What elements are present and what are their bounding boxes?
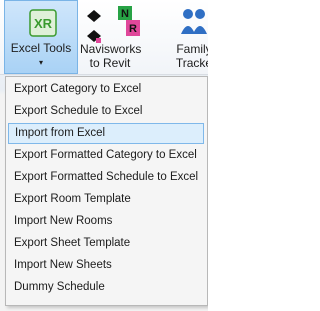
menu-item-export-formatted-schedule-to-excel[interactable]: Export Formatted Schedule to Excel [8,167,204,188]
menu-item-export-schedule-to-excel[interactable]: Export Schedule to Excel [8,101,204,122]
excel-tools-button[interactable]: XR Excel Tools ▾ [4,0,78,74]
excel-tools-dropdown-menu: Export Category to Excel Export Schedule… [5,76,208,306]
navisworks-icon: N R [118,6,140,36]
chevron-down-icon: ▾ [38,58,43,67]
family-people-icon [181,9,207,34]
menu-item-export-sheet-template[interactable]: Export Sheet Template [8,233,204,254]
family-tracker-button[interactable]: Family Tracke [170,0,208,74]
revit-ribbon-panel: XR Excel Tools ▾ N R Navisworks to Revit [0,0,208,311]
family-label-line2: Tracke [175,56,208,70]
menu-item-import-from-excel[interactable]: Import from Excel [8,123,204,144]
menu-item-export-category-to-excel[interactable]: Export Category to Excel [8,79,204,100]
navisworks-label: Navisworks to Revit [80,42,142,70]
menu-item-import-new-rooms[interactable]: Import New Rooms [8,211,204,232]
navisworks-label-line2: to Revit [89,56,131,70]
excel-xr-icon: XR [29,9,57,37]
family-label-line1: Family [176,42,208,56]
svg-text:N: N [121,8,129,20]
menu-item-dummy-schedule[interactable]: Dummy Schedule [8,277,204,298]
navisworks-to-revit-button[interactable]: N R Navisworks to Revit [80,0,142,74]
xr-icon-letters: XR [34,16,53,31]
menu-item-export-formatted-category-to-excel[interactable]: Export Formatted Category to Excel [8,145,204,166]
excel-tools-label: Excel Tools [10,41,72,55]
svg-text:R: R [129,23,137,35]
navisworks-label-line1: Navisworks [80,42,142,56]
menu-item-export-room-template[interactable]: Export Room Template [8,189,204,210]
menu-item-import-new-sheets[interactable]: Import New Sheets [8,255,204,276]
family-label: Family Tracke [170,42,208,70]
ribbon-divider [0,74,208,75]
